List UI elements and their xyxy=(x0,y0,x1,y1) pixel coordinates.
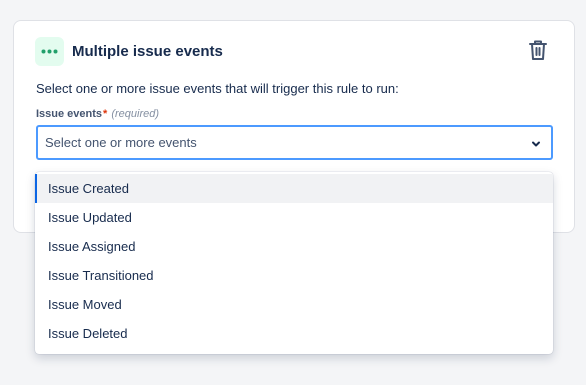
chevron-down-icon[interactable] xyxy=(530,138,542,150)
field-label: Issue events* (required) xyxy=(36,108,159,120)
option-issue-deleted[interactable]: Issue Deleted xyxy=(35,319,553,348)
required-marker: * xyxy=(103,108,108,120)
card-description: Select one or more issue events that wil… xyxy=(36,81,399,96)
card-header: Multiple issue events xyxy=(35,37,223,66)
option-issue-assigned[interactable]: Issue Assigned xyxy=(35,232,553,261)
more-dots-icon xyxy=(35,37,64,66)
select-placeholder: Select one or more events xyxy=(45,135,197,150)
required-text: (required) xyxy=(111,108,160,120)
issue-events-select[interactable]: Select one or more events xyxy=(36,125,553,160)
field-label-text: Issue events xyxy=(36,108,103,120)
option-issue-updated[interactable]: Issue Updated xyxy=(35,203,553,232)
option-issue-moved[interactable]: Issue Moved xyxy=(35,290,553,319)
option-issue-transitioned[interactable]: Issue Transitioned xyxy=(35,261,553,290)
events-dropdown-menu: Issue Created Issue Updated Issue Assign… xyxy=(35,172,553,354)
option-issue-created[interactable]: Issue Created xyxy=(35,174,553,203)
trash-icon[interactable] xyxy=(528,39,548,61)
card-title: Multiple issue events xyxy=(72,43,223,60)
